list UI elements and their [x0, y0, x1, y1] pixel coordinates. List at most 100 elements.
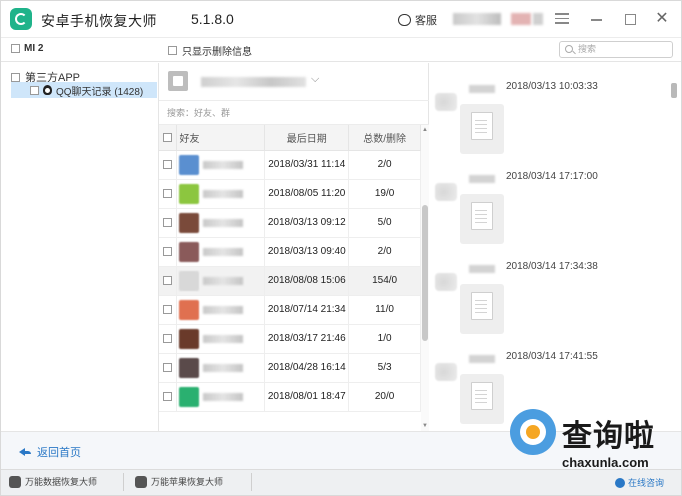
row-checkbox-cell[interactable] — [159, 150, 178, 180]
tree-item-qq-chat[interactable]: QQ聊天记录 (1428) — [11, 82, 157, 98]
row-checkbox-cell[interactable] — [159, 382, 178, 412]
online-consult-button[interactable]: 在线咨询 — [615, 476, 664, 489]
column-last-date[interactable]: 最后日期 — [264, 125, 350, 151]
table-row[interactable]: 2018/03/13 09:40 2/0 — [159, 237, 421, 267]
friend-info — [179, 183, 264, 204]
friend-info — [179, 241, 264, 262]
select-all-checkbox[interactable] — [163, 132, 173, 142]
title-bar: 安卓手机恢复大师 5.1.8.0 客服 ✕ — [1, 1, 681, 38]
row-checkbox[interactable] — [163, 391, 173, 401]
data-recovery-icon — [9, 475, 21, 488]
file-attachment-icon[interactable] — [460, 374, 504, 424]
row-checkbox[interactable] — [163, 362, 173, 372]
universal-apple-recovery-link[interactable]: 万能苹果恢复大师 — [135, 475, 223, 488]
scrollbar-thumb[interactable] — [422, 205, 428, 341]
device-selector[interactable]: MI 2 — [11, 43, 43, 54]
universal-apple-recovery-label: 万能苹果恢复大师 — [151, 477, 224, 487]
table-row[interactable]: 2018/08/01 18:47 20/0 — [159, 382, 421, 412]
back-home-button[interactable]: 返回首页 — [19, 444, 81, 460]
count-cell: 20/0 — [348, 382, 421, 412]
maximize-icon[interactable] — [621, 10, 639, 28]
friend-name-blurred — [203, 160, 244, 169]
row-checkbox[interactable] — [163, 304, 173, 314]
column-friend[interactable]: 好友 — [176, 125, 266, 151]
file-attachment-icon[interactable] — [460, 194, 504, 244]
device-checkbox[interactable] — [11, 44, 20, 53]
row-checkbox[interactable] — [163, 333, 173, 343]
friend-search-input[interactable]: 搜索：好友、群 — [159, 101, 429, 125]
sender-name-blurred — [469, 265, 495, 273]
chat-panel: 2018/03/13 10:03:33 2018/03/14 17:17:00 20… — [429, 63, 681, 431]
user-account-blurred[interactable] — [453, 13, 501, 25]
friend-info — [179, 386, 264, 407]
friend-name-blurred — [203, 276, 244, 285]
select-all-header[interactable] — [159, 125, 178, 151]
scroll-down-icon[interactable]: ▼ — [422, 423, 428, 429]
row-checkbox[interactable] — [163, 188, 173, 198]
row-checkbox-cell[interactable] — [159, 295, 178, 325]
watermark-logo-icon — [510, 409, 556, 455]
last-date-cell: 2018/07/14 21:34 — [264, 295, 350, 325]
row-checkbox-cell[interactable] — [159, 208, 178, 238]
tree-item-checkbox[interactable] — [30, 85, 39, 95]
friend-name-blurred — [203, 247, 244, 256]
account-dropdown-icon[interactable]: ⌵ — [311, 73, 319, 86]
row-checkbox-cell[interactable] — [159, 324, 178, 354]
friend-avatar — [179, 270, 200, 291]
menu-icon[interactable] — [553, 10, 571, 28]
contacts-scrollbar[interactable]: ▲ ▼ — [421, 125, 429, 431]
friend-cell — [176, 208, 266, 238]
last-date-cell: 2018/08/01 18:47 — [264, 382, 350, 412]
watermark-cn: 查询啦 — [562, 419, 655, 454]
row-checkbox[interactable] — [163, 275, 173, 285]
watermark: 查询啦 chaxunla.com — [506, 407, 676, 477]
row-checkbox-cell[interactable] — [159, 353, 178, 383]
friend-cell — [176, 150, 266, 180]
file-attachment-icon[interactable] — [460, 104, 504, 154]
only-deleted-checkbox[interactable] — [168, 46, 177, 55]
chat-message: 2018/03/14 17:34:38 — [429, 251, 669, 339]
column-count[interactable]: 总数/删除 — [348, 125, 421, 151]
table-row[interactable]: 2018/03/13 09:12 5/0 — [159, 208, 421, 238]
row-checkbox-cell[interactable] — [159, 266, 178, 296]
message-time: 2018/03/13 10:03:33 — [506, 81, 598, 92]
row-checkbox-cell[interactable] — [159, 179, 178, 209]
table-row[interactable]: 2018/04/28 16:14 5/3 — [159, 353, 421, 383]
table-row[interactable]: 2018/08/08 15:06 154/0 — [159, 266, 421, 296]
minimize-icon[interactable] — [587, 10, 605, 28]
friend-avatar — [179, 212, 200, 233]
app-version: 5.1.8.0 — [191, 11, 234, 27]
table-row[interactable]: 2018/07/14 21:34 11/0 — [159, 295, 421, 325]
friend-info — [179, 212, 264, 233]
customer-service-label: 客服 — [415, 15, 437, 27]
chat-scrollbar-thumb[interactable] — [671, 83, 677, 98]
file-attachment-icon[interactable] — [460, 284, 504, 334]
only-deleted-toggle[interactable]: 只显示删除信息 — [168, 43, 252, 58]
last-date-cell: 2018/03/31 11:14 — [264, 150, 350, 180]
tree-root-checkbox[interactable] — [11, 72, 20, 82]
table-row[interactable]: 2018/08/05 11:20 19/0 — [159, 179, 421, 209]
scroll-up-icon[interactable]: ▲ — [422, 127, 428, 133]
close-icon[interactable]: ✕ — [653, 10, 671, 28]
search-input[interactable]: 搜索 — [559, 41, 673, 58]
row-checkbox-cell[interactable] — [159, 237, 178, 267]
row-checkbox[interactable] — [163, 159, 173, 169]
universal-data-recovery-link[interactable]: 万能数据恢复大师 — [9, 475, 97, 488]
friend-name-blurred — [203, 392, 244, 401]
table-row[interactable]: 2018/03/17 21:46 1/0 — [159, 324, 421, 354]
friend-info — [179, 270, 264, 291]
message-time: 2018/03/14 17:34:38 — [506, 261, 598, 272]
row-checkbox[interactable] — [163, 217, 173, 227]
friend-cell — [176, 295, 266, 325]
account-name-blurred — [201, 77, 306, 87]
last-date-cell: 2018/08/05 11:20 — [264, 179, 350, 209]
count-cell: 5/0 — [348, 208, 421, 238]
tree-item-label: QQ聊天记录 (1428) — [56, 86, 144, 98]
count-cell: 11/0 — [348, 295, 421, 325]
friend-info — [179, 357, 264, 378]
customer-service-button[interactable]: 客服 — [398, 12, 437, 28]
table-row[interactable]: 2018/03/31 11:14 2/0 — [159, 150, 421, 180]
row-checkbox[interactable] — [163, 246, 173, 256]
user-extra-blurred — [533, 13, 543, 25]
apple-recovery-icon — [135, 475, 147, 488]
